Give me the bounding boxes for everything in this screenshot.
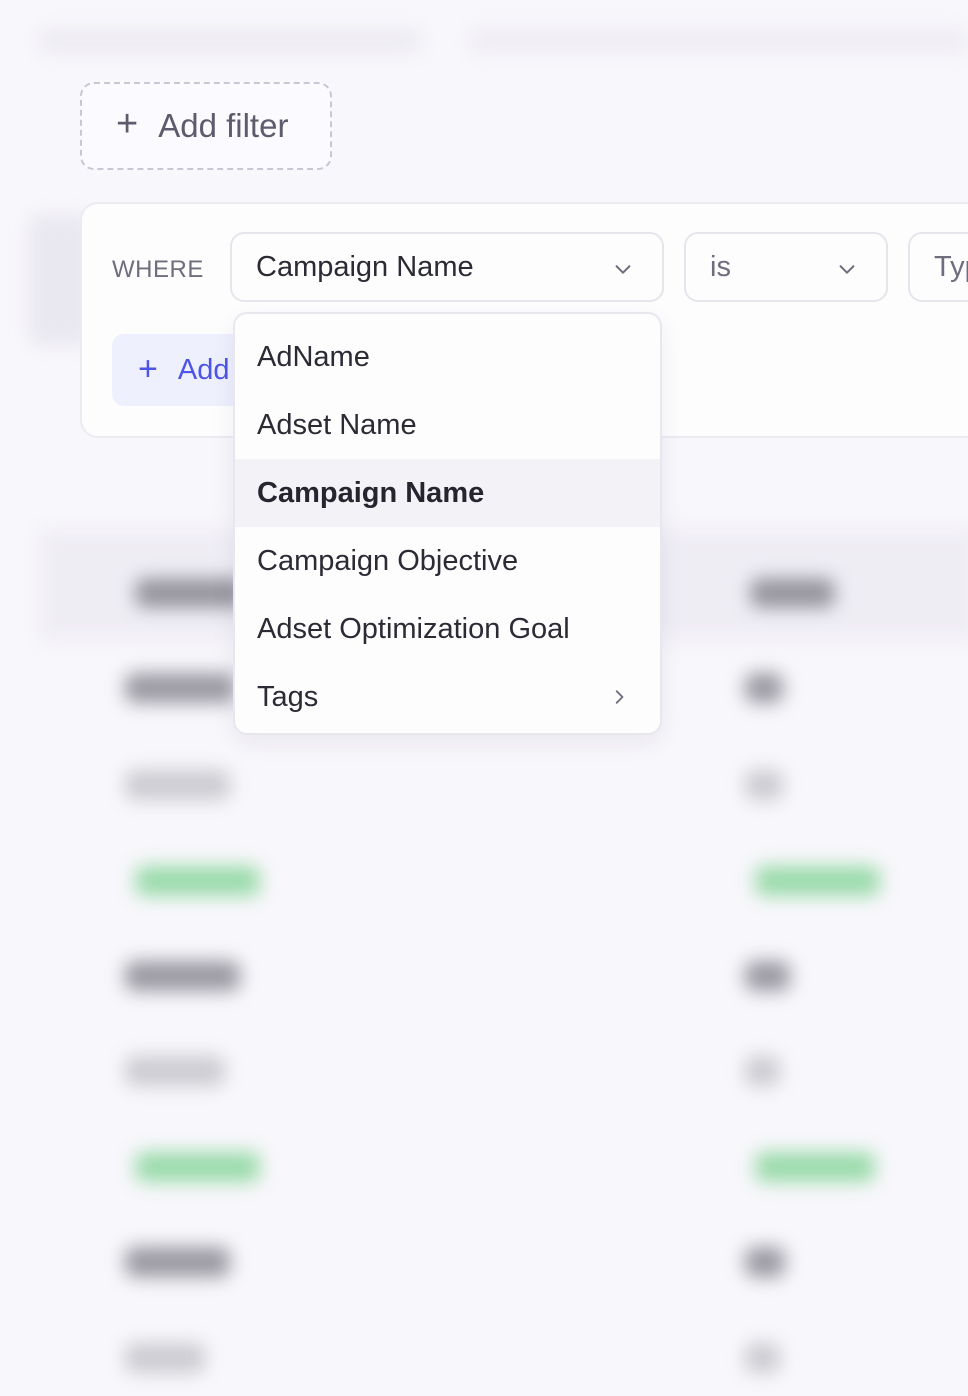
blurred-cell [745, 770, 783, 800]
blurred-cell [125, 1056, 225, 1086]
blurred-status-badge [135, 1152, 260, 1182]
dropdown-item-label: Campaign Name [257, 476, 485, 509]
blurred-status-badge [755, 866, 880, 896]
blurred-cell [125, 1247, 230, 1277]
chevron-down-icon [839, 265, 855, 274]
blurred-cell [125, 1343, 205, 1373]
filter-screen: + Add filter WHERE Campaign Name is Type… [0, 0, 968, 1396]
blurred-status-badge [755, 1152, 875, 1182]
where-label: WHERE [112, 256, 204, 283]
add-filter-label: Add filter [158, 107, 289, 144]
blurred-header-cell [750, 578, 835, 608]
plus-icon: + [116, 103, 139, 145]
blurred-header-cell [135, 578, 245, 608]
blurred-toolbar [40, 30, 420, 52]
operator-select[interactable]: is [684, 232, 888, 302]
dropdown-item-adset-name[interactable]: Adset Name [235, 391, 660, 459]
blurred-cell [745, 673, 783, 703]
field-select-value: Campaign Name [256, 250, 474, 283]
blurred-cell [745, 961, 790, 991]
field-select[interactable]: Campaign Name [230, 232, 664, 302]
dropdown-item-label: Adset Optimization Goal [257, 612, 570, 645]
operator-select-value: is [710, 250, 731, 283]
dropdown-item-adname[interactable]: AdName [235, 323, 660, 391]
add-condition-label: Add [177, 353, 230, 386]
add-filter-button[interactable]: + Add filter [80, 82, 332, 170]
plus-icon: + [138, 349, 158, 388]
blurred-status-badge [135, 866, 260, 896]
chevron-down-icon [615, 265, 631, 274]
blurred-cell [745, 1247, 785, 1277]
blurred-cell [125, 770, 230, 800]
dropdown-item-label: Adset Name [257, 408, 417, 441]
blurred-toolbar [470, 30, 968, 52]
value-input[interactable]: Type [908, 232, 968, 302]
dropdown-item-label: Campaign Objective [257, 544, 519, 577]
dropdown-item-campaign-objective[interactable]: Campaign Objective [235, 527, 660, 595]
dropdown-item-label: AdName [257, 340, 370, 373]
field-dropdown-menu: AdName Adset Name Campaign Name Campaign… [233, 312, 662, 735]
dropdown-item-label: Tags [257, 680, 319, 713]
blurred-cell [125, 961, 240, 991]
blurred-cell [745, 1056, 780, 1086]
value-input-placeholder: Type [934, 250, 968, 283]
dropdown-item-campaign-name[interactable]: Campaign Name [235, 459, 660, 527]
blurred-cell [745, 1343, 780, 1373]
chevron-right-icon [615, 690, 624, 704]
blurred-cell [125, 673, 235, 703]
dropdown-item-tags[interactable]: Tags [235, 663, 660, 731]
dropdown-item-adset-optimization-goal[interactable]: Adset Optimization Goal [235, 595, 660, 663]
